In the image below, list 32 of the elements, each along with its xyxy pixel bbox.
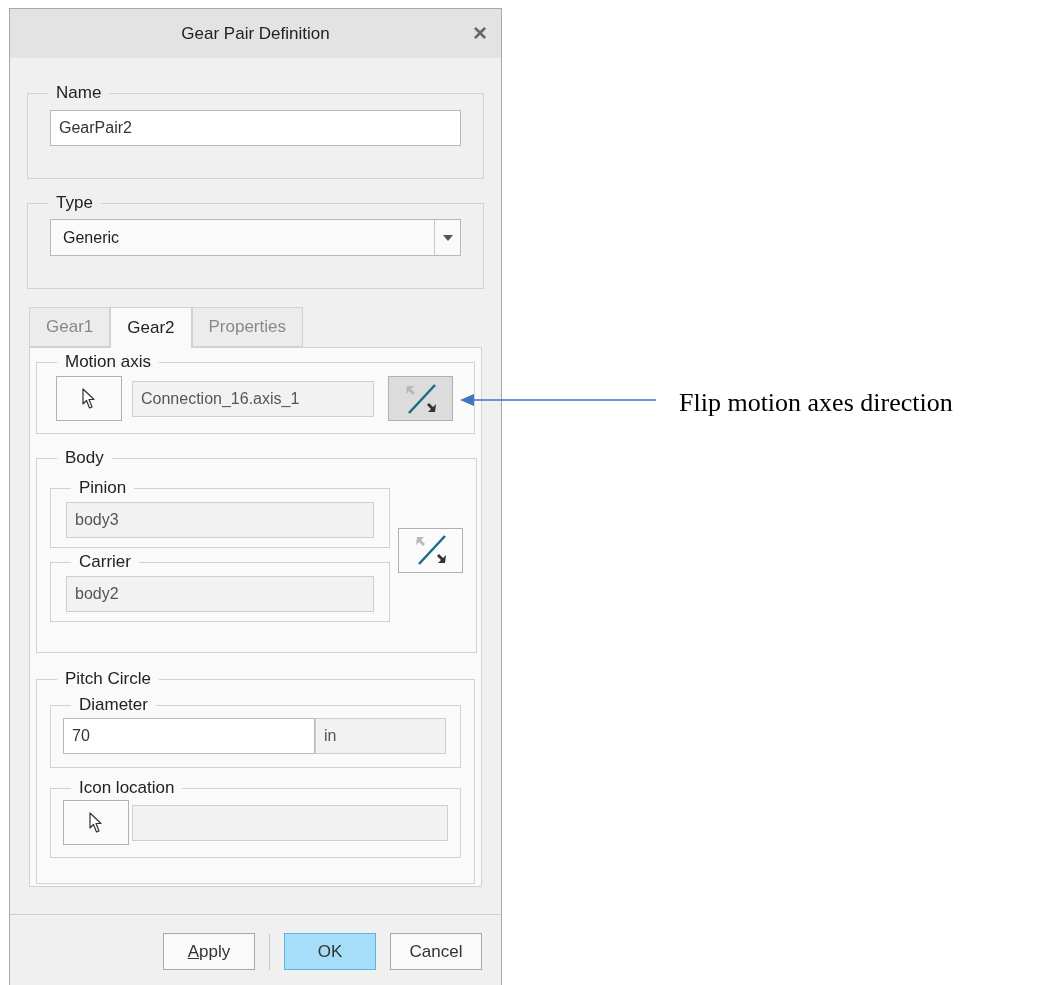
input-field[interactable]: Connection_16.axis_1 [132,380,374,417]
select-button[interactable] [56,376,122,421]
dropdown[interactable]: Generic [50,219,461,256]
cursor-icon [89,811,103,834]
cursor-icon [82,387,96,410]
window-title: Gear Pair Definition [181,22,330,45]
group-label: Name [55,83,103,103]
dropdown-value: Generic [62,227,121,248]
caret-down-icon [442,234,453,241]
dialog-button[interactable]: OK [284,933,376,970]
input-field[interactable]: in [315,718,446,754]
input-field[interactable] [132,804,448,841]
close-button[interactable]: × [473,19,487,47]
group-label: Icon location [78,778,176,798]
group-label: Body [64,448,105,468]
dialog-button[interactable]: Apply [163,933,255,970]
tab[interactable]: Gear2 [110,307,192,348]
select-button[interactable] [63,800,129,845]
callout-text: Flip motion axes direction [679,387,953,419]
input-field[interactable]: GearPair2 [50,110,461,146]
group-label: Diameter [78,695,149,715]
input-field[interactable]: 70 [63,718,315,754]
group-label: Type [55,193,94,213]
input-field[interactable]: body3 [66,502,374,538]
flip-button[interactable] [398,527,463,573]
group-label: Pinion [78,478,128,498]
group-label: Pitch Circle [64,669,152,689]
dialog-button[interactable]: Cancel [390,933,482,970]
flip-button[interactable] [388,376,453,421]
group-label: Motion axis [64,352,152,372]
input-field[interactable]: body2 [66,576,374,612]
group-label: Carrier [78,552,132,572]
